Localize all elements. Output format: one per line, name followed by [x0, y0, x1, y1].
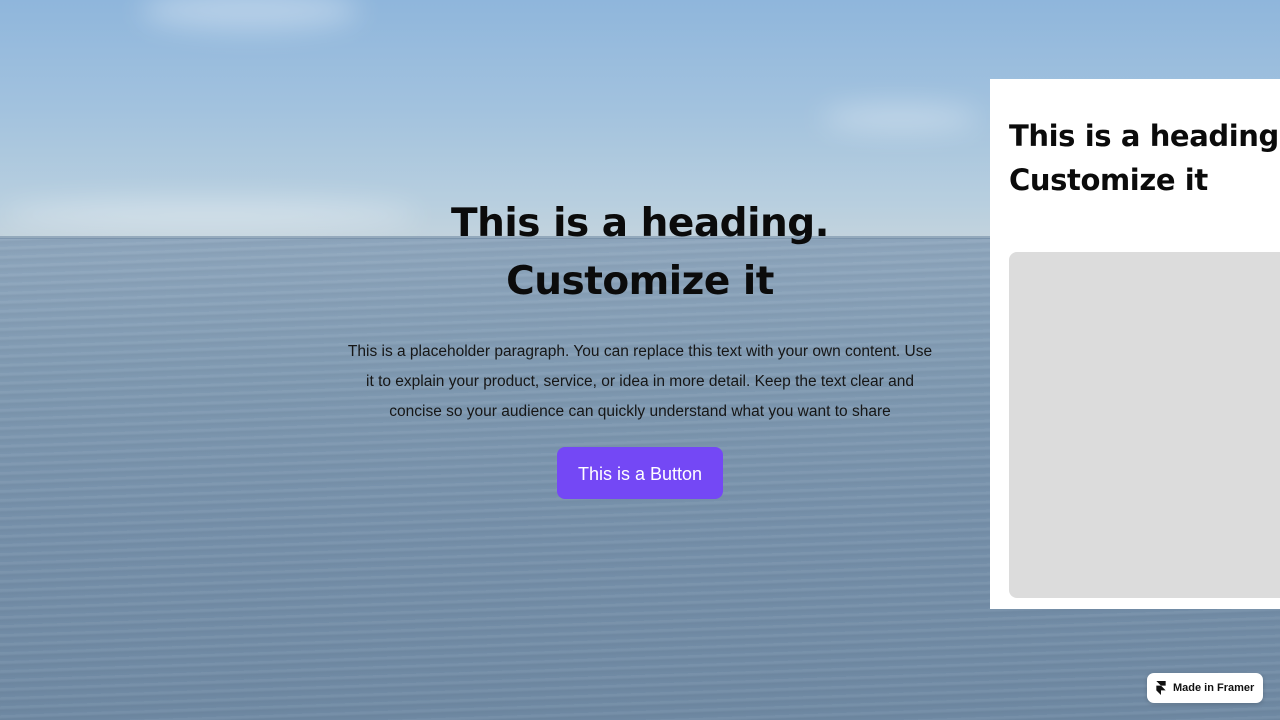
cta-button[interactable]: This is a Button: [557, 447, 723, 499]
made-in-framer-badge[interactable]: Made in Framer: [1147, 673, 1263, 703]
image-placeholder: [1009, 252, 1280, 598]
side-card: This is a heading. Customize it: [990, 79, 1280, 609]
hero-heading-line-2: Customize it: [506, 259, 774, 304]
card-heading-line-1: This is a heading.: [1009, 119, 1280, 153]
framer-logo-icon: [1156, 681, 1166, 695]
badge-label: Made in Framer: [1173, 682, 1255, 694]
card-heading-line-2: Customize it: [1009, 163, 1208, 197]
card-heading: This is a heading. Customize it: [1009, 114, 1280, 202]
hero-section: This is a heading. Customize it This is …: [340, 195, 940, 499]
hero-heading: This is a heading. Customize it: [340, 195, 940, 311]
hero-paragraph: This is a placeholder paragraph. You can…: [347, 343, 933, 420]
cloud: [820, 105, 980, 131]
hero-heading-line-1: This is a heading.: [451, 201, 829, 246]
